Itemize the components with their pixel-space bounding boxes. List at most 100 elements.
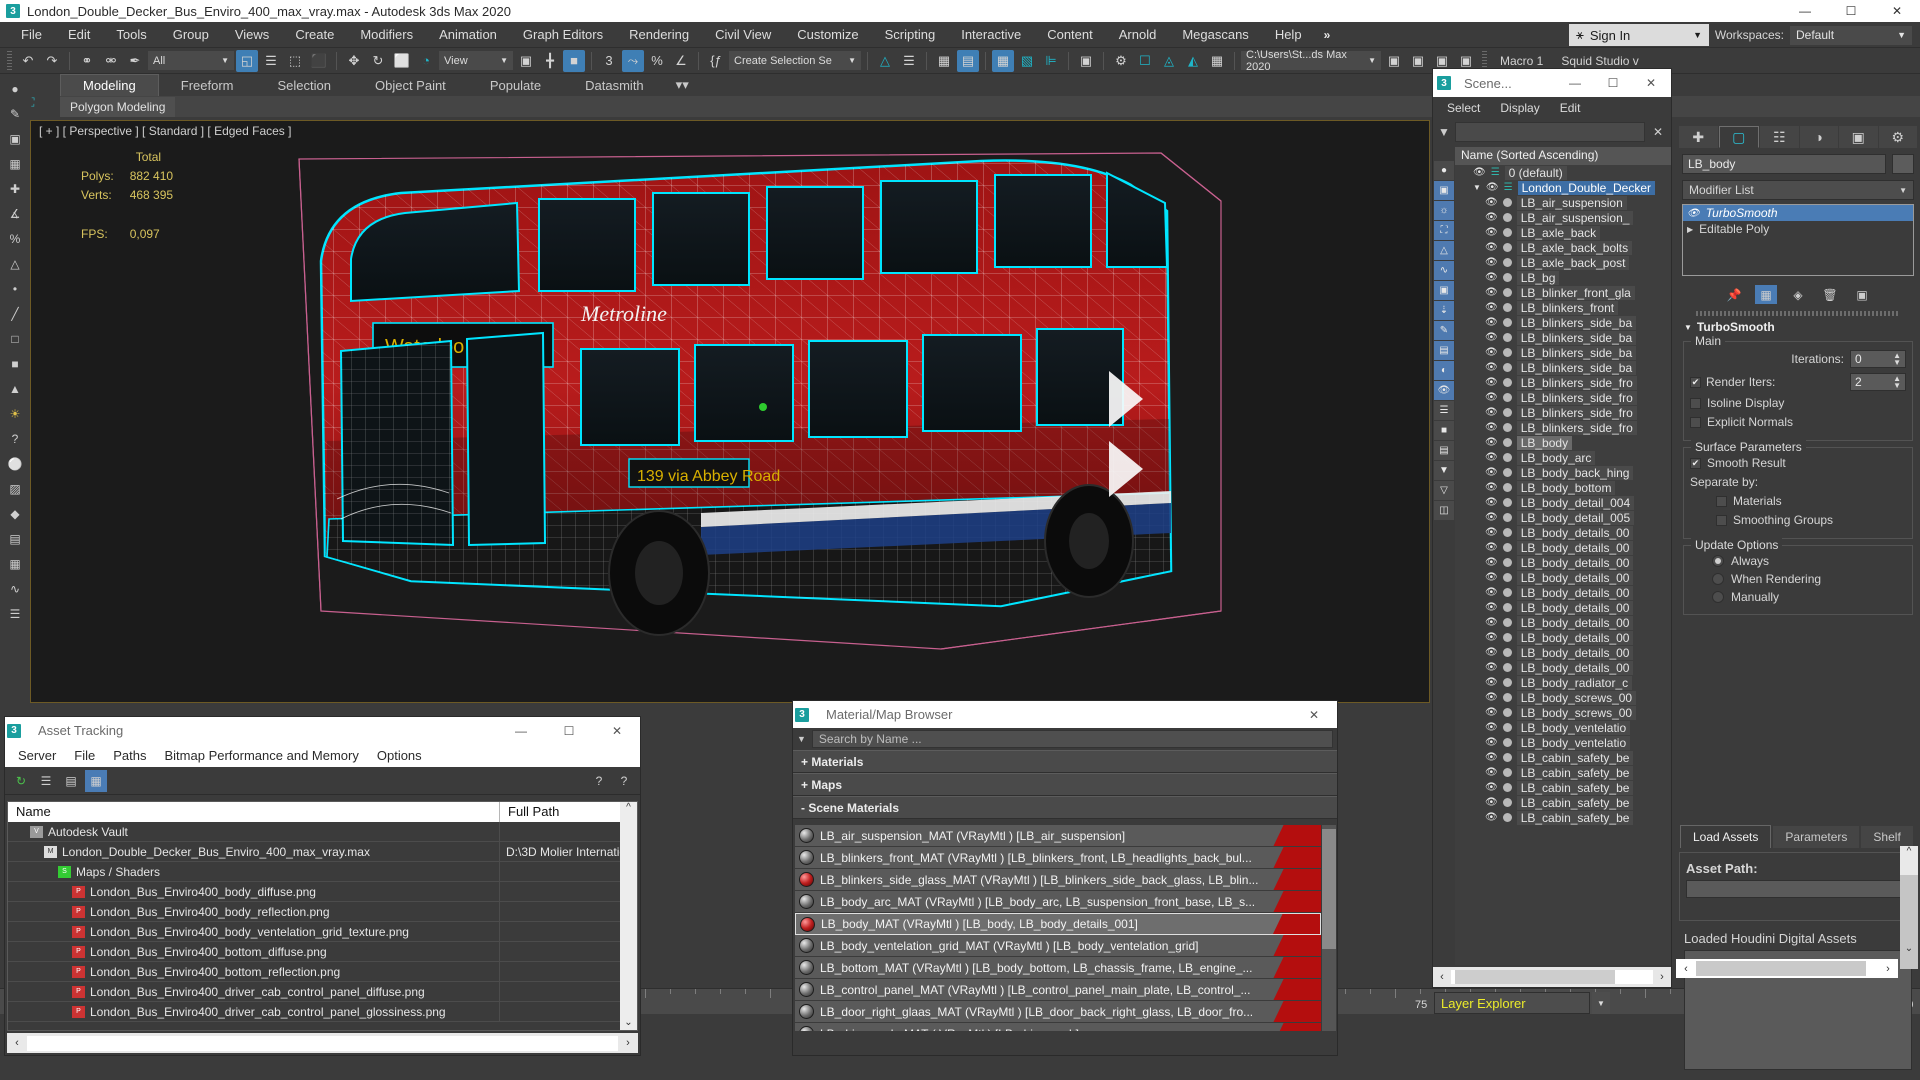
unlink-icon[interactable]: ⚮ [100, 50, 122, 72]
eye-icon[interactable]: 👁 [1485, 542, 1498, 553]
named-selection-select[interactable]: Create Selection Se ▼ [729, 51, 861, 70]
close-button[interactable]: ✕ [1874, 0, 1920, 22]
rendered-frame-icon[interactable]: ☐ [1134, 50, 1156, 72]
filter-all-icon[interactable]: ● [1434, 161, 1454, 180]
scene-explorer-hscrollbar[interactable]: ‹ › [1433, 967, 1671, 987]
eye-icon[interactable]: 👁 [1485, 662, 1498, 673]
scene-menu-display[interactable]: Display [1490, 98, 1549, 118]
select-scale-icon[interactable]: ⬜ [391, 50, 413, 72]
asset-table-row[interactable]: P London_Bus_Enviro400_bottom_reflection.… [8, 962, 637, 982]
scrollbar-thumb[interactable] [1322, 829, 1336, 949]
spinner-arrows-icon[interactable]: ▲ ▼ [1893, 375, 1901, 390]
scrollbar-thumb[interactable] [1696, 961, 1866, 976]
schematic-view-icon[interactable]: ⤳ [622, 49, 644, 72]
object-name-input[interactable] [1682, 154, 1886, 174]
scroll-right-icon[interactable]: › [618, 1037, 638, 1049]
help-icon[interactable]: ? [3, 428, 27, 450]
stack-item-editable-poly[interactable]: ▶ Editable Poly [1683, 221, 1913, 237]
eye-icon[interactable]: 👁 [1485, 557, 1498, 568]
eye-icon[interactable]: 👁 [1485, 272, 1498, 283]
eye-icon[interactable]: 👁 [1485, 812, 1498, 823]
edit-mesh-icon[interactable]: △ [3, 253, 27, 275]
menu-megascans[interactable]: Megascans [1169, 23, 1261, 46]
select-object-icon[interactable]: ◱ [236, 49, 258, 72]
asset-grid-vscrollbar[interactable]: ^ ⌄ [620, 802, 637, 1030]
edge-icon[interactable]: ╱ [3, 303, 27, 325]
spinner-snap-icon[interactable]: {ƒ [705, 50, 727, 72]
asset-table-row[interactable]: V Autodesk Vault [8, 822, 637, 842]
filter-geometry-icon[interactable]: ▣ [1434, 181, 1454, 200]
radio-icon[interactable] [1712, 555, 1724, 567]
vertex-icon[interactable]: • [3, 278, 27, 300]
collapse-arrow-icon[interactable]: ▼ [1684, 323, 1692, 332]
curve-editor-open-icon[interactable]: ▧ [1016, 50, 1038, 72]
asset-table-row[interactable]: P London_Bus_Enviro400_body_reflection.pn… [8, 902, 637, 922]
scene-explorer-icon[interactable]: ▦ [933, 50, 955, 72]
layer-explorer-icon[interactable]: ▤ [957, 49, 979, 72]
render-setup-icon[interactable]: ⚙ [1110, 50, 1132, 72]
filter-layers-icon[interactable]: ■ [1434, 421, 1454, 440]
scene-tree-row[interactable]: 👁 LB_blinkers_side_ba [1455, 330, 1671, 345]
filter-shapes-icon[interactable]: ▤ [1434, 341, 1454, 360]
scrollbar-thumb[interactable] [1900, 875, 1918, 969]
grid-icon[interactable]: ▦ [3, 153, 27, 175]
tab-hierarchy[interactable]: ☷ [1760, 126, 1799, 148]
eye-icon[interactable]: 👁 [1485, 692, 1498, 703]
section-materials[interactable]: + Materials [793, 750, 1337, 773]
scene-tree-row[interactable]: 👁 LB_blinkers_side_ba [1455, 345, 1671, 360]
sign-in-button[interactable]: ⚹ Sign In ▼ [1569, 24, 1709, 46]
eye-icon[interactable]: 👁 [1485, 242, 1498, 253]
explicit-normals-checkbox[interactable] [1690, 416, 1701, 428]
smooth-result-checkbox[interactable]: ✔ [1690, 457, 1701, 469]
scene-tree-row[interactable]: 👁 LB_body_back_hing [1455, 465, 1671, 480]
layer-explorer-dropdown-icon[interactable]: ▼ [1592, 992, 1610, 1014]
eye-icon[interactable]: 👁 [1485, 437, 1498, 448]
toolbar-grip[interactable] [7, 50, 12, 71]
filter-hidden-icon[interactable]: 👁 [1434, 381, 1454, 400]
help-icon[interactable]: ? [588, 770, 610, 792]
asset-table-row[interactable]: P London_Bus_Enviro400_body_ventelation_g… [8, 922, 637, 942]
scene-tree-row[interactable]: 👁 LB_blinkers_side_ba [1455, 315, 1671, 330]
script-icon[interactable]: ☰ [3, 603, 27, 625]
scene-tree-row[interactable]: 👁 LB_blinker_front_gla [1455, 285, 1671, 300]
percent-snap-icon[interactable]: % [646, 50, 668, 72]
menu-scripting[interactable]: Scripting [872, 23, 949, 46]
scene-tree-row[interactable]: 👁 LB_bg [1455, 270, 1671, 285]
uv-icon[interactable]: ▨ [3, 478, 27, 500]
asset-menu-paths[interactable]: Paths [104, 745, 155, 766]
scene-tree-row[interactable]: 👁 LB_cabin_safety_be [1455, 780, 1671, 795]
eye-icon[interactable]: 👁 [1485, 377, 1498, 388]
eye-icon[interactable]: 👁 [1485, 677, 1498, 688]
eye-icon[interactable]: 👁 [1485, 482, 1498, 493]
menu-modifiers[interactable]: Modifiers [347, 23, 426, 46]
select-link-icon[interactable]: ⚭ [76, 50, 98, 72]
scene-tree-row[interactable]: 👁 LB_blinkers_side_fro [1455, 390, 1671, 405]
scroll-down-icon[interactable]: ⌄ [1900, 943, 1918, 954]
eye-icon[interactable]: 👁 [1473, 167, 1486, 178]
filter-xrefs-icon[interactable]: ▣ [1434, 281, 1454, 300]
polygon-icon[interactable]: ■ [3, 353, 27, 375]
scene-search-input[interactable] [1455, 122, 1645, 142]
scene-tree-row[interactable]: 👁 LB_body_ventelatio [1455, 735, 1671, 750]
mirror-icon[interactable]: △ [874, 50, 896, 72]
menu-views[interactable]: Views [222, 23, 282, 46]
align-icon[interactable]: ╋ [539, 50, 561, 72]
scene-tree-row[interactable]: 👁 LB_air_suspension [1455, 195, 1671, 210]
asset-menu-file[interactable]: File [65, 745, 104, 766]
filter-particles-icon[interactable]: ◐ [1434, 361, 1454, 380]
menu-content[interactable]: Content [1034, 23, 1106, 46]
undo-icon[interactable]: ↶ [17, 50, 39, 72]
radio-icon[interactable] [1712, 591, 1724, 603]
sun-icon[interactable]: ☀ [3, 403, 27, 425]
tab-modify[interactable]: ▢ [1718, 126, 1759, 148]
scene-tree-row[interactable]: 👁 LB_body_details_00 [1455, 570, 1671, 585]
open-asset-library-icon[interactable]: ▦ [1206, 50, 1228, 72]
perspective-viewport[interactable]: [ + ] [ Perspective ] [ Standard ] [ Edg… [30, 120, 1430, 703]
eye-icon[interactable]: 👁 [1485, 407, 1498, 418]
scene-tree-row[interactable]: 👁 LB_blinkers_front [1455, 300, 1671, 315]
show-end-result-icon[interactable]: ▦ [1755, 285, 1777, 304]
eye-icon[interactable]: 👁 [1485, 452, 1498, 463]
tab-display[interactable]: ▣ [1839, 126, 1878, 148]
isolate-icon[interactable]: ▣ [3, 128, 27, 150]
configure-sets-icon[interactable]: ▣ [1851, 285, 1873, 304]
